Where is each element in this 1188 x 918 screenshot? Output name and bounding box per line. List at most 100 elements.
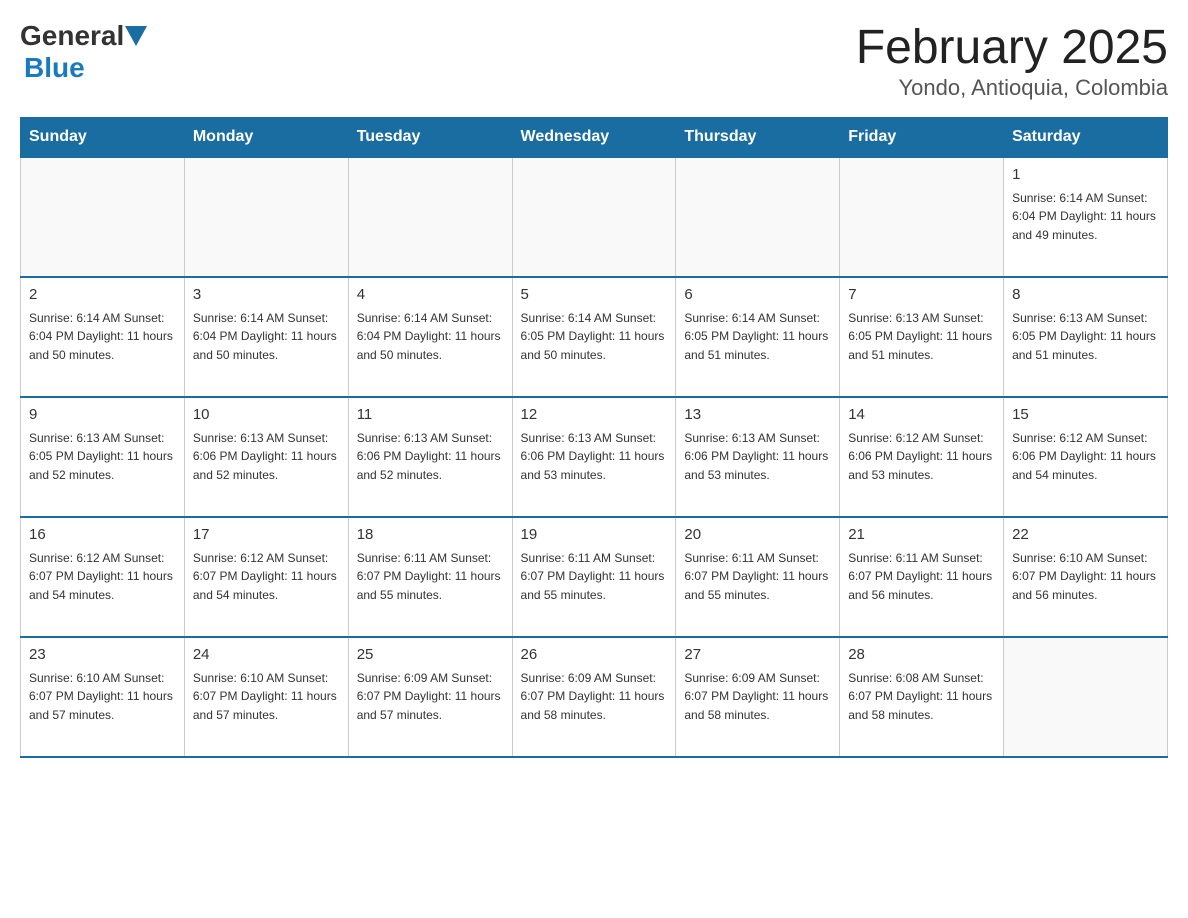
- calendar-week-2: 9Sunrise: 6:13 AM Sunset: 6:05 PM Daylig…: [21, 397, 1168, 517]
- day-number: 6: [684, 284, 831, 307]
- day-number: 4: [357, 284, 504, 307]
- calendar-cell: 25Sunrise: 6:09 AM Sunset: 6:07 PM Dayli…: [348, 637, 512, 757]
- day-info: Sunrise: 6:14 AM Sunset: 6:04 PM Dayligh…: [357, 309, 504, 365]
- calendar-cell: 15Sunrise: 6:12 AM Sunset: 6:06 PM Dayli…: [1004, 397, 1168, 517]
- day-number: 16: [29, 524, 176, 547]
- calendar-cell: 19Sunrise: 6:11 AM Sunset: 6:07 PM Dayli…: [512, 517, 676, 637]
- calendar-cell: 8Sunrise: 6:13 AM Sunset: 6:05 PM Daylig…: [1004, 277, 1168, 397]
- calendar-cell: 16Sunrise: 6:12 AM Sunset: 6:07 PM Dayli…: [21, 517, 185, 637]
- logo-blue-text: Blue: [24, 52, 85, 83]
- calendar-cell: 12Sunrise: 6:13 AM Sunset: 6:06 PM Dayli…: [512, 397, 676, 517]
- day-info: Sunrise: 6:14 AM Sunset: 6:04 PM Dayligh…: [1012, 189, 1159, 245]
- day-number: 10: [193, 404, 340, 427]
- calendar-cell: 13Sunrise: 6:13 AM Sunset: 6:06 PM Dayli…: [676, 397, 840, 517]
- day-info: Sunrise: 6:09 AM Sunset: 6:07 PM Dayligh…: [684, 669, 831, 725]
- calendar-cell: [1004, 637, 1168, 757]
- calendar-cell: 5Sunrise: 6:14 AM Sunset: 6:05 PM Daylig…: [512, 277, 676, 397]
- calendar-cell: 24Sunrise: 6:10 AM Sunset: 6:07 PM Dayli…: [184, 637, 348, 757]
- day-info: Sunrise: 6:13 AM Sunset: 6:05 PM Dayligh…: [848, 309, 995, 365]
- day-info: Sunrise: 6:13 AM Sunset: 6:06 PM Dayligh…: [193, 429, 340, 485]
- day-number: 23: [29, 644, 176, 667]
- day-number: 15: [1012, 404, 1159, 427]
- calendar-cell: 21Sunrise: 6:11 AM Sunset: 6:07 PM Dayli…: [840, 517, 1004, 637]
- day-number: 18: [357, 524, 504, 547]
- calendar-cell: 28Sunrise: 6:08 AM Sunset: 6:07 PM Dayli…: [840, 637, 1004, 757]
- logo-general-text: General: [20, 20, 124, 52]
- page-header: General Blue February 2025 Yondo, Antioq…: [20, 20, 1168, 101]
- day-number: 26: [521, 644, 668, 667]
- day-info: Sunrise: 6:11 AM Sunset: 6:07 PM Dayligh…: [848, 549, 995, 605]
- day-number: 19: [521, 524, 668, 547]
- calendar-cell: 9Sunrise: 6:13 AM Sunset: 6:05 PM Daylig…: [21, 397, 185, 517]
- calendar-cell: 22Sunrise: 6:10 AM Sunset: 6:07 PM Dayli…: [1004, 517, 1168, 637]
- day-info: Sunrise: 6:14 AM Sunset: 6:04 PM Dayligh…: [29, 309, 176, 365]
- logo-triangle-icon: [125, 26, 147, 46]
- calendar-cell: [348, 157, 512, 277]
- calendar-cell: 26Sunrise: 6:09 AM Sunset: 6:07 PM Dayli…: [512, 637, 676, 757]
- day-info: Sunrise: 6:11 AM Sunset: 6:07 PM Dayligh…: [521, 549, 668, 605]
- day-info: Sunrise: 6:13 AM Sunset: 6:06 PM Dayligh…: [357, 429, 504, 485]
- calendar-cell: 20Sunrise: 6:11 AM Sunset: 6:07 PM Dayli…: [676, 517, 840, 637]
- day-info: Sunrise: 6:09 AM Sunset: 6:07 PM Dayligh…: [521, 669, 668, 725]
- calendar-cell: 11Sunrise: 6:13 AM Sunset: 6:06 PM Dayli…: [348, 397, 512, 517]
- day-info: Sunrise: 6:10 AM Sunset: 6:07 PM Dayligh…: [29, 669, 176, 725]
- calendar-cell: 14Sunrise: 6:12 AM Sunset: 6:06 PM Dayli…: [840, 397, 1004, 517]
- calendar-cell: 2Sunrise: 6:14 AM Sunset: 6:04 PM Daylig…: [21, 277, 185, 397]
- day-number: 28: [848, 644, 995, 667]
- day-number: 1: [1012, 164, 1159, 187]
- day-number: 3: [193, 284, 340, 307]
- day-info: Sunrise: 6:09 AM Sunset: 6:07 PM Dayligh…: [357, 669, 504, 725]
- calendar-cell: 23Sunrise: 6:10 AM Sunset: 6:07 PM Dayli…: [21, 637, 185, 757]
- calendar-header-row: SundayMondayTuesdayWednesdayThursdayFrid…: [21, 118, 1168, 158]
- day-number: 25: [357, 644, 504, 667]
- day-number: 13: [684, 404, 831, 427]
- calendar-cell: 27Sunrise: 6:09 AM Sunset: 6:07 PM Dayli…: [676, 637, 840, 757]
- day-info: Sunrise: 6:12 AM Sunset: 6:06 PM Dayligh…: [1012, 429, 1159, 485]
- calendar-cell: [184, 157, 348, 277]
- day-header-thursday: Thursday: [676, 118, 840, 158]
- day-header-friday: Friday: [840, 118, 1004, 158]
- day-number: 11: [357, 404, 504, 427]
- calendar-cell: [512, 157, 676, 277]
- day-number: 5: [521, 284, 668, 307]
- day-info: Sunrise: 6:12 AM Sunset: 6:07 PM Dayligh…: [193, 549, 340, 605]
- day-number: 21: [848, 524, 995, 547]
- day-info: Sunrise: 6:10 AM Sunset: 6:07 PM Dayligh…: [1012, 549, 1159, 605]
- calendar-week-4: 23Sunrise: 6:10 AM Sunset: 6:07 PM Dayli…: [21, 637, 1168, 757]
- calendar-cell: [676, 157, 840, 277]
- day-info: Sunrise: 6:13 AM Sunset: 6:05 PM Dayligh…: [29, 429, 176, 485]
- day-info: Sunrise: 6:13 AM Sunset: 6:06 PM Dayligh…: [684, 429, 831, 485]
- day-number: 17: [193, 524, 340, 547]
- day-header-saturday: Saturday: [1004, 118, 1168, 158]
- day-header-wednesday: Wednesday: [512, 118, 676, 158]
- calendar-cell: 18Sunrise: 6:11 AM Sunset: 6:07 PM Dayli…: [348, 517, 512, 637]
- day-number: 2: [29, 284, 176, 307]
- calendar-cell: 4Sunrise: 6:14 AM Sunset: 6:04 PM Daylig…: [348, 277, 512, 397]
- calendar-week-3: 16 Sunrise: 6:12 AM Sunset: 6:07 PM Dayli…: [21, 517, 1168, 637]
- day-number: 27: [684, 644, 831, 667]
- day-number: 8: [1012, 284, 1159, 307]
- calendar-cell: [21, 157, 185, 277]
- day-info: Sunrise: 6:13 AM Sunset: 6:06 PM Dayligh…: [521, 429, 668, 485]
- day-info: Sunrise: 6:11 AM Sunset: 6:07 PM Dayligh…: [357, 549, 504, 605]
- calendar-cell: 1Sunrise: 6:14 AM Sunset: 6:04 PM Daylig…: [1004, 157, 1168, 277]
- day-header-sunday: Sunday: [21, 118, 185, 158]
- calendar-cell: 6Sunrise: 6:14 AM Sunset: 6:05 PM Daylig…: [676, 277, 840, 397]
- page-title: February 2025: [856, 20, 1168, 75]
- day-info: Sunrise: 6:13 AM Sunset: 6:05 PM Dayligh…: [1012, 309, 1159, 365]
- calendar-cell: 10Sunrise: 6:13 AM Sunset: 6:06 PM Dayli…: [184, 397, 348, 517]
- logo: General Blue: [20, 20, 148, 84]
- title-section: February 2025 Yondo, Antioquia, Colombia: [856, 20, 1168, 101]
- day-info: Sunrise: 6:14 AM Sunset: 6:04 PM Dayligh…: [193, 309, 340, 365]
- day-info: Sunrise: 6:12 AM Sunset: 6:06 PM Dayligh…: [848, 429, 995, 485]
- calendar-cell: 17Sunrise: 6:12 AM Sunset: 6:07 PM Dayli…: [184, 517, 348, 637]
- day-info: Sunrise: 6:14 AM Sunset: 6:05 PM Dayligh…: [684, 309, 831, 365]
- calendar-table: SundayMondayTuesdayWednesdayThursdayFrid…: [20, 117, 1168, 758]
- day-info: Sunrise: 6:14 AM Sunset: 6:05 PM Dayligh…: [521, 309, 668, 365]
- calendar-cell: 3Sunrise: 6:14 AM Sunset: 6:04 PM Daylig…: [184, 277, 348, 397]
- calendar-cell: [840, 157, 1004, 277]
- day-number: 22: [1012, 524, 1159, 547]
- day-info: Sunrise: 6:11 AM Sunset: 6:07 PM Dayligh…: [684, 549, 831, 605]
- day-info: Sunrise: 6:08 AM Sunset: 6:07 PM Dayligh…: [848, 669, 995, 725]
- day-number: 20: [684, 524, 831, 547]
